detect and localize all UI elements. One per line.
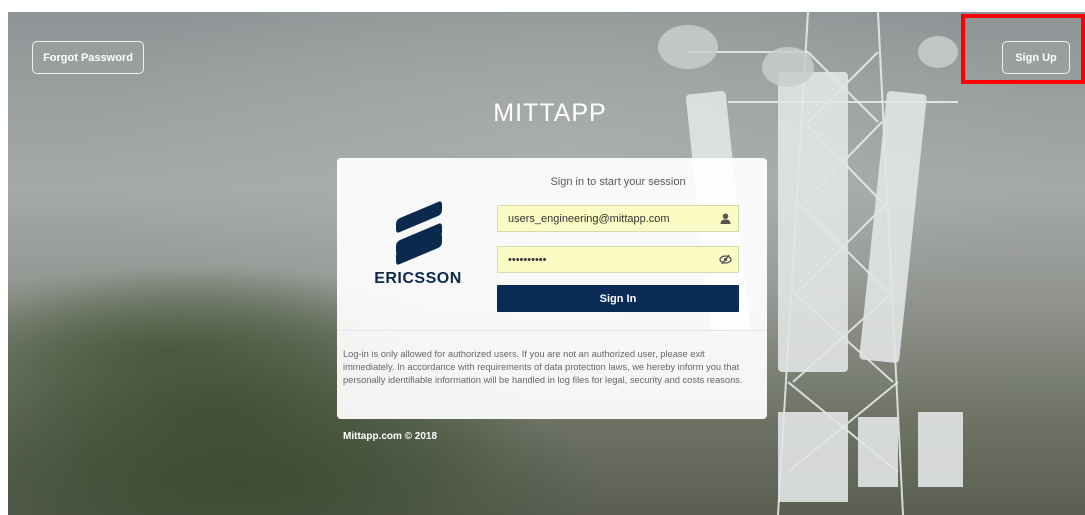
sign-in-button[interactable]: Sign In bbox=[497, 285, 739, 312]
email-field[interactable]: users_engineering@mittapp.com bbox=[497, 205, 739, 232]
forgot-password-button[interactable]: Forgot Password bbox=[32, 41, 144, 74]
login-subtitle: Sign in to start your session bbox=[550, 176, 686, 188]
eye-slash-icon[interactable] bbox=[712, 254, 738, 265]
ericsson-logo-mark-icon bbox=[396, 201, 442, 265]
card-divider bbox=[337, 330, 767, 331]
password-field[interactable]: •••••••••• bbox=[497, 246, 739, 273]
email-value: users_engineering@mittapp.com bbox=[508, 212, 670, 225]
login-card: ERICSSON Sign in to start your session u… bbox=[337, 158, 767, 419]
ericsson-wordmark: ERICSSON bbox=[374, 270, 462, 287]
ericsson-logo: ERICSSON bbox=[368, 200, 468, 290]
app-title: MITTAPP bbox=[493, 99, 607, 127]
authorization-notice: Log-in is only allowed for authorized us… bbox=[343, 349, 743, 385]
sign-up-highlight-box bbox=[961, 14, 1085, 84]
user-icon bbox=[712, 213, 738, 224]
footer-copyright: Mittapp.com © 2018 bbox=[343, 431, 438, 442]
password-value: •••••••••• bbox=[508, 253, 547, 266]
